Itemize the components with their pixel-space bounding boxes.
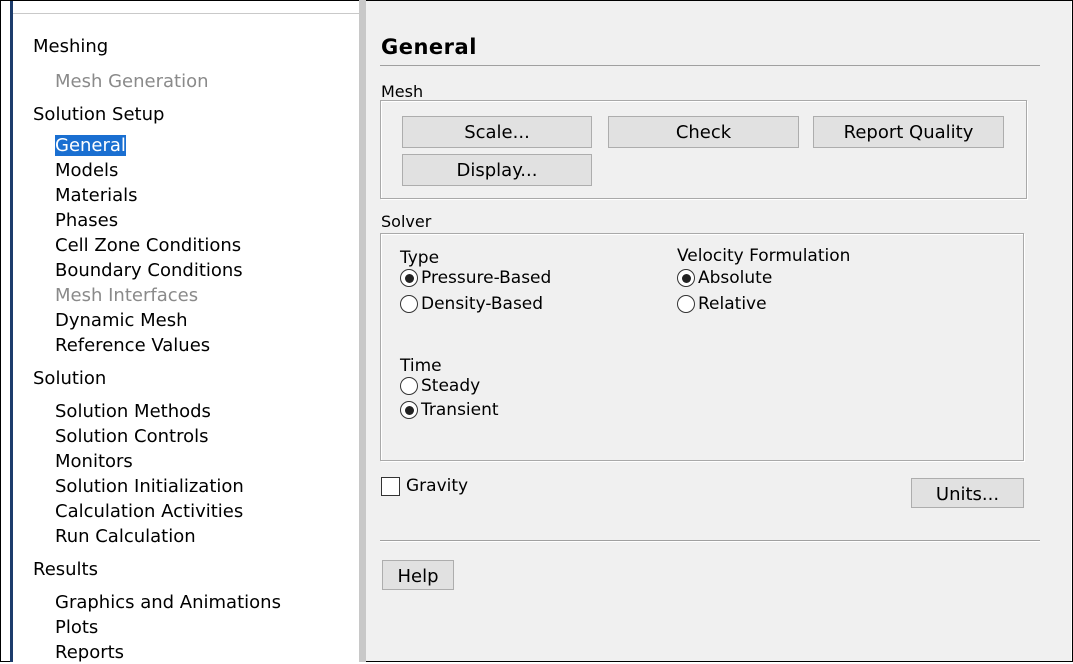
tree-item-materials[interactable]: Materials	[55, 185, 138, 207]
tree-item-phases[interactable]: Phases	[55, 210, 118, 232]
tree-item-mesh-interfaces[interactable]: Mesh Interfaces	[55, 285, 198, 307]
tree-item-plots[interactable]: Plots	[55, 617, 98, 639]
velocity-formulation-label: Velocity Formulation	[677, 246, 851, 266]
tree-item-boundary-conditions[interactable]: Boundary Conditions	[55, 260, 243, 282]
tree-item-results[interactable]: Results	[33, 559, 98, 581]
report-quality-button[interactable]: Report Quality	[813, 116, 1004, 148]
absolute-radio[interactable]: Absolute	[677, 268, 772, 288]
tree-item-solution[interactable]: Solution	[33, 368, 106, 390]
units-button[interactable]: Units...	[911, 478, 1024, 508]
tree-item-monitors[interactable]: Monitors	[55, 451, 133, 473]
tree-item-solution-methods[interactable]: Solution Methods	[55, 401, 211, 423]
tree-item-mesh-generation[interactable]: Mesh Generation	[55, 71, 209, 93]
tree-item-reports[interactable]: Reports	[55, 642, 124, 664]
scale-button[interactable]: Scale...	[402, 116, 592, 148]
transient-radio[interactable]: Transient	[400, 400, 499, 420]
footer-divider-highlight	[380, 541, 1040, 542]
help-button[interactable]: Help	[382, 560, 454, 590]
tree-item-models[interactable]: Models	[55, 160, 118, 182]
type-label: Type	[400, 248, 440, 268]
tree-item-meshing[interactable]: Meshing	[33, 36, 108, 58]
check-button[interactable]: Check	[608, 116, 799, 148]
tree-item-general[interactable]: General	[55, 135, 126, 157]
display-button[interactable]: Display...	[402, 154, 592, 186]
tree-item-dynamic-mesh[interactable]: Dynamic Mesh	[55, 310, 188, 332]
tree-item-solution-setup[interactable]: Solution Setup	[33, 104, 164, 126]
radio-selected-icon	[677, 269, 695, 287]
panel-title: General	[381, 35, 477, 59]
relative-radio[interactable]: Relative	[677, 294, 767, 314]
tree-item-solution-initialization[interactable]: Solution Initialization	[55, 476, 244, 498]
tree-item-cell-zone-conditions[interactable]: Cell Zone Conditions	[55, 235, 241, 257]
absolute-label: Absolute	[698, 268, 773, 288]
tree-item-solution-controls[interactable]: Solution Controls	[55, 426, 209, 448]
radio-unselected-icon	[400, 295, 418, 313]
mesh-group-label: Mesh	[381, 82, 424, 101]
relative-label: Relative	[698, 294, 767, 314]
transient-label: Transient	[421, 400, 499, 420]
tree-item-run-calculation[interactable]: Run Calculation	[55, 526, 196, 548]
pressure-based-radio[interactable]: Pressure-Based	[400, 268, 551, 288]
steady-label: Steady	[421, 376, 481, 396]
tree-item-graphics-and-animations[interactable]: Graphics and Animations	[55, 592, 281, 614]
panel-splitter[interactable]	[359, 0, 366, 662]
radio-selected-icon	[400, 401, 418, 419]
tree-top-border	[13, 13, 362, 14]
gravity-label[interactable]: Gravity	[406, 476, 468, 496]
density-based-radio[interactable]: Density-Based	[400, 294, 543, 314]
radio-unselected-icon	[677, 295, 695, 313]
radio-selected-icon	[400, 269, 418, 287]
tree-item-calculation-activities[interactable]: Calculation Activities	[55, 501, 243, 523]
radio-unselected-icon	[400, 377, 418, 395]
pressure-based-label: Pressure-Based	[421, 268, 552, 288]
navigation-tree: Meshing Mesh Generation Solution Setup G…	[10, 1, 362, 664]
solver-group-label: Solver	[381, 212, 432, 231]
tree-item-reference-values[interactable]: Reference Values	[55, 335, 210, 357]
density-based-label: Density-Based	[421, 294, 544, 314]
title-divider	[380, 65, 1040, 66]
time-label: Time	[400, 356, 442, 376]
gravity-checkbox[interactable]	[381, 477, 400, 496]
steady-radio[interactable]: Steady	[400, 376, 480, 396]
general-task-panel: General Mesh Scale... Check Report Quali…	[366, 1, 1071, 661]
